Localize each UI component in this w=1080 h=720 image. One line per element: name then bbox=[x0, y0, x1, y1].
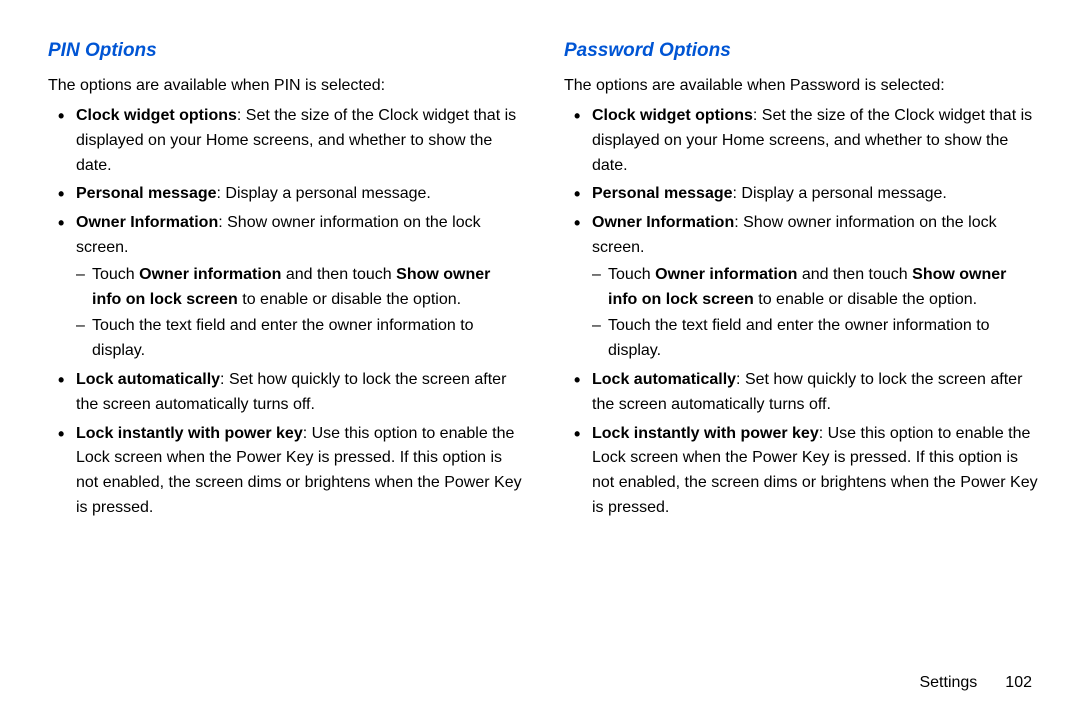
option-desc: : Display a personal message. bbox=[733, 185, 947, 202]
option-name: Lock instantly with power key bbox=[76, 425, 303, 442]
list-item: Lock instantly with power key: Use this … bbox=[564, 422, 1040, 521]
sub-list-item: Touch Owner information and then touch S… bbox=[592, 263, 1040, 313]
sub-list-item: Touch the text field and enter the owner… bbox=[592, 314, 1040, 364]
option-name: Owner Information bbox=[592, 214, 734, 231]
section-heading-pin: PIN Options bbox=[48, 40, 524, 62]
sub-list: Touch Owner information and then touch S… bbox=[76, 263, 524, 364]
option-name: Lock automatically bbox=[76, 371, 220, 388]
list-item: Lock instantly with power key: Use this … bbox=[48, 422, 524, 521]
text: Touch bbox=[92, 266, 139, 283]
option-name: Personal message bbox=[592, 185, 733, 202]
text: to enable or disable the option. bbox=[754, 291, 977, 308]
list-item: Personal message: Display a personal mes… bbox=[564, 182, 1040, 207]
sub-list-item: Touch the text field and enter the owner… bbox=[76, 314, 524, 364]
page-number: 102 bbox=[1005, 674, 1032, 691]
text: Touch the text field and enter the owner… bbox=[92, 317, 474, 359]
list-item: Clock widget options: Set the size of th… bbox=[48, 104, 524, 178]
footer-section: Settings bbox=[919, 674, 977, 691]
text: to enable or disable the option. bbox=[238, 291, 461, 308]
bold-text: Owner information bbox=[655, 266, 797, 283]
option-name: Owner Information bbox=[76, 214, 218, 231]
list-item: Lock automatically: Set how quickly to l… bbox=[564, 368, 1040, 418]
intro-text: The options are available when Password … bbox=[564, 74, 1040, 98]
text: Touch bbox=[608, 266, 655, 283]
option-name: Personal message bbox=[76, 185, 217, 202]
document-page: PIN Options The options are available wh… bbox=[0, 0, 1080, 720]
option-list: Clock widget options: Set the size of th… bbox=[564, 104, 1040, 521]
option-name: Clock widget options bbox=[76, 107, 237, 124]
text: and then touch bbox=[281, 266, 396, 283]
list-item: Lock automatically: Set how quickly to l… bbox=[48, 368, 524, 418]
option-name: Lock automatically bbox=[592, 371, 736, 388]
sub-list-item: Touch Owner information and then touch S… bbox=[76, 263, 524, 313]
section-heading-password: Password Options bbox=[564, 40, 1040, 62]
option-list: Clock widget options: Set the size of th… bbox=[48, 104, 524, 521]
page-footer: Settings 102 bbox=[919, 674, 1032, 692]
text: Touch the text field and enter the owner… bbox=[608, 317, 990, 359]
sub-list: Touch Owner information and then touch S… bbox=[592, 263, 1040, 364]
option-desc: : Display a personal message. bbox=[217, 185, 431, 202]
intro-text: The options are available when PIN is se… bbox=[48, 74, 524, 98]
list-item: Owner Information: Show owner informatio… bbox=[48, 211, 524, 364]
list-item: Owner Information: Show owner informatio… bbox=[564, 211, 1040, 364]
text: and then touch bbox=[797, 266, 912, 283]
list-item: Personal message: Display a personal mes… bbox=[48, 182, 524, 207]
option-name: Clock widget options bbox=[592, 107, 753, 124]
option-name: Lock instantly with power key bbox=[592, 425, 819, 442]
bold-text: Owner information bbox=[139, 266, 281, 283]
left-column: PIN Options The options are available wh… bbox=[48, 40, 524, 525]
right-column: Password Options The options are availab… bbox=[564, 40, 1040, 525]
list-item: Clock widget options: Set the size of th… bbox=[564, 104, 1040, 178]
two-column-layout: PIN Options The options are available wh… bbox=[48, 40, 1040, 525]
